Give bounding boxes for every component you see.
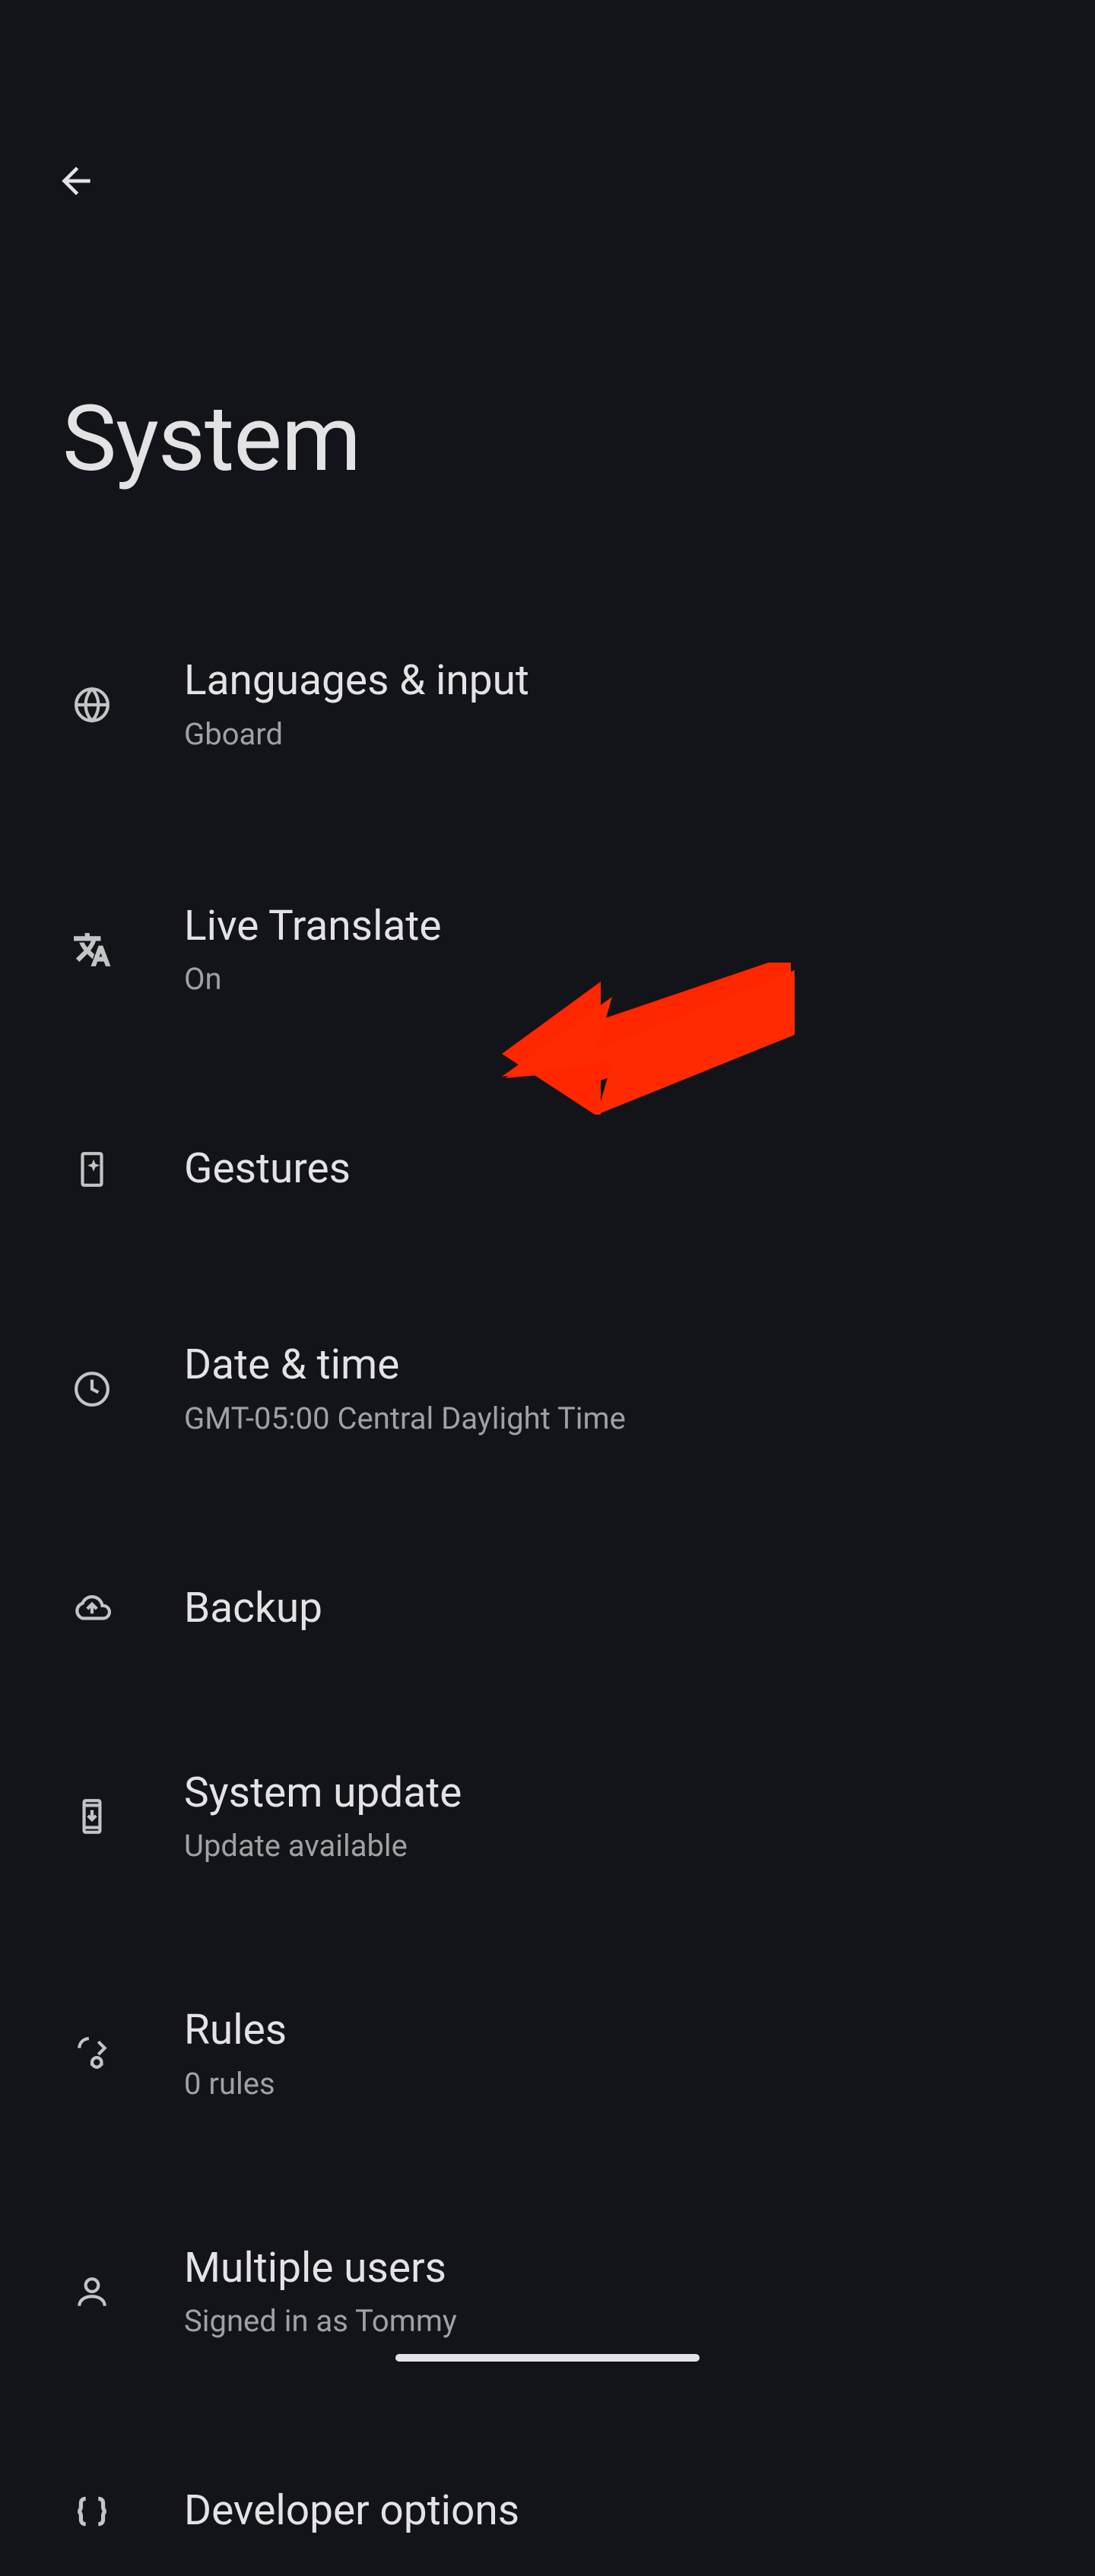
setting-item-users[interactable]: Multiple users Signed in as Tommy (0, 2210, 1095, 2375)
setting-item-update[interactable]: System update Update available (0, 1734, 1095, 1900)
setting-item-developer[interactable]: Developer options (0, 2447, 1095, 2576)
translate-icon (62, 920, 122, 979)
setting-title: Languages & input (184, 654, 529, 709)
setting-item-backup[interactable]: Backup (0, 1544, 1095, 1673)
setting-item-gestures[interactable]: Gestures (0, 1105, 1095, 1234)
arrow-left-icon (55, 160, 97, 205)
setting-subtitle: Signed in as Tommy (184, 2300, 457, 2343)
phone-download-icon (62, 1787, 122, 1846)
setting-title: Gestures (184, 1142, 351, 1197)
person-icon (62, 2262, 122, 2321)
setting-item-languages[interactable]: Languages & input Gboard (0, 622, 1095, 788)
setting-item-translate[interactable]: Live Translate On (0, 868, 1095, 1033)
setting-title: Date & time (184, 1338, 626, 1393)
setting-title: Developer options (184, 2484, 519, 2539)
setting-subtitle: Gboard (184, 713, 529, 756)
clock-icon (62, 1359, 122, 1419)
phone-sparkle-icon (62, 1140, 122, 1199)
navigation-bar[interactable] (395, 2354, 700, 2362)
setting-subtitle: On (184, 958, 442, 1001)
back-button[interactable] (42, 148, 110, 217)
cloud-up-icon (62, 1579, 122, 1639)
setting-item-rules[interactable]: Rules 0 rules (0, 1972, 1095, 2137)
setting-title: Rules (184, 2003, 287, 2058)
rules-icon (62, 2025, 122, 2084)
setting-title: Multiple users (184, 2241, 457, 2296)
setting-item-datetime[interactable]: Date & time GMT-05:00 Central Daylight T… (0, 1306, 1095, 1472)
page-title: System (62, 386, 360, 493)
setting-subtitle: GMT-05:00 Central Daylight Time (184, 1397, 626, 1440)
setting-title: System update (184, 1766, 462, 1821)
globe-icon (62, 675, 122, 734)
setting-subtitle: 0 rules (184, 2063, 287, 2105)
settings-list: Languages & input Gboard Live Translate … (0, 622, 1095, 2576)
braces-icon (62, 2482, 122, 2541)
setting-subtitle: Update available (184, 1825, 462, 1867)
setting-title: Backup (184, 1581, 322, 1636)
setting-title: Live Translate (184, 899, 442, 954)
